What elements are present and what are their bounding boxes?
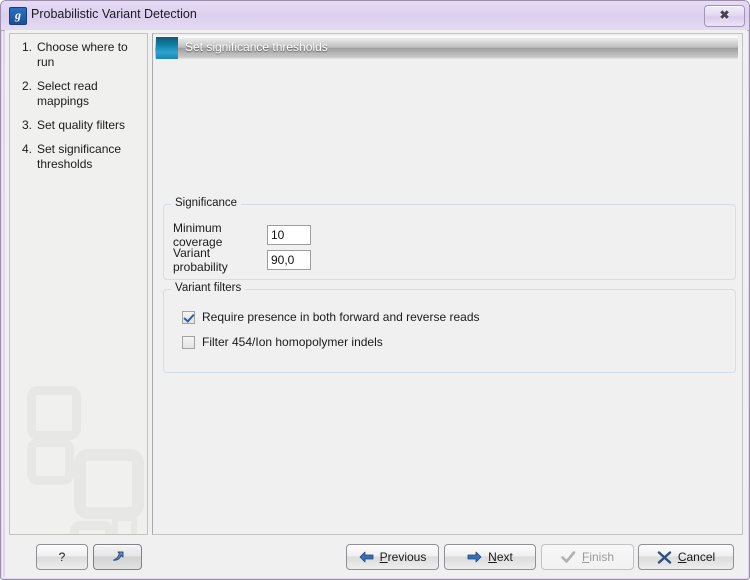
cancel-label-rest: ancel	[686, 550, 716, 564]
watermark-square-icon	[74, 449, 144, 519]
close-icon: ✖	[719, 8, 730, 22]
step-label: Set significance thresholds	[37, 142, 122, 171]
variant-probability-label: Variant probability	[173, 246, 228, 274]
step-label: Select read mappings	[37, 79, 98, 108]
finish-button: Finish	[541, 544, 634, 570]
watermark-square-icon	[27, 386, 81, 440]
watermark-square-icon	[112, 515, 137, 534]
help-button-label: ?	[58, 550, 66, 564]
close-button[interactable]: ✖	[704, 5, 745, 27]
reset-arrow-icon	[109, 549, 126, 565]
variant-filters-group-title: Variant filters	[171, 282, 246, 294]
previous-mnemonic: P	[379, 550, 388, 564]
help-button[interactable]: ?	[36, 544, 88, 570]
step-label: Set quality filters	[37, 118, 126, 132]
application-icon: g	[9, 7, 27, 25]
checkbox-require-forward-reverse[interactable]: Require presence in both forward and rev…	[182, 310, 480, 324]
previous-button[interactable]: Previous	[346, 544, 439, 570]
wizard-step-list: 1. Choose where to run 2. Select read ma…	[10, 40, 147, 181]
variant-filters-group: Variant filters Require presence in both…	[163, 282, 736, 373]
checkbox-label: Require presence in both forward and rev…	[202, 310, 480, 324]
watermark-square-icon	[70, 521, 114, 534]
significance-group-title: Significance	[171, 197, 242, 209]
variant-probability-row: Variant probability	[173, 246, 311, 274]
checkbox-unchecked-icon[interactable]	[182, 335, 195, 349]
minimum-coverage-input[interactable]	[267, 225, 311, 245]
page-title: Set significance thresholds	[185, 40, 328, 54]
minimum-coverage-label: Minimum coverage	[173, 221, 223, 249]
finish-label-rest: inish	[589, 550, 615, 564]
step-label: Choose where to run	[37, 40, 128, 69]
previous-button-label: Previous	[380, 550, 427, 564]
checkmark-icon	[561, 550, 576, 564]
page-header-banner: Set significance thresholds	[155, 36, 738, 59]
page-header-icon	[156, 37, 178, 59]
step-number: 1.	[22, 40, 33, 54]
dialog-window: g Probabilistic Variant Detection ✖ 1. C…	[0, 0, 750, 580]
cross-icon	[657, 550, 672, 564]
significance-group: Significance Minimum coverage Variant pr…	[163, 197, 736, 280]
next-button-label: Next	[488, 550, 513, 564]
checkbox-filter-homopolymer-indels[interactable]: Filter 454/Ion homopolymer indels	[182, 335, 383, 349]
next-label-rest: ext	[496, 550, 513, 564]
dialog-button-bar: ? Previous Next Finish Cancel	[5, 538, 747, 577]
previous-label-rest: revious	[387, 550, 427, 564]
arrow-right-icon	[467, 551, 482, 563]
client-area: 1. Choose where to run 2. Select read ma…	[5, 30, 747, 577]
step-number: 2.	[22, 79, 33, 93]
arrow-left-icon	[359, 551, 374, 563]
sidebar-item-step-3[interactable]: 3. Set quality filters	[10, 118, 147, 133]
cancel-button-label: Cancel	[678, 550, 715, 564]
sidebar-item-step-4[interactable]: 4. Set significance thresholds	[10, 142, 147, 172]
wizard-steps-sidebar: 1. Choose where to run 2. Select read ma…	[9, 33, 148, 535]
minimum-coverage-row: Minimum coverage	[173, 221, 311, 249]
title-bar: g Probabilistic Variant Detection ✖	[1, 1, 749, 31]
watermark-square-icon	[27, 438, 74, 485]
main-panel: Set significance thresholds Significance…	[152, 33, 743, 535]
checkbox-checked-icon[interactable]	[182, 310, 195, 324]
checkbox-label: Filter 454/Ion homopolymer indels	[202, 335, 383, 349]
step-number: 3.	[22, 118, 33, 132]
next-button[interactable]: Next	[444, 544, 536, 570]
sidebar-item-step-1[interactable]: 1. Choose where to run	[10, 40, 147, 70]
variant-probability-input[interactable]	[267, 250, 311, 270]
step-number: 4.	[22, 142, 33, 156]
reset-button[interactable]	[93, 544, 142, 570]
window-title: Probabilistic Variant Detection	[31, 7, 197, 21]
finish-button-label: Finish	[582, 550, 614, 564]
sidebar-item-step-2[interactable]: 2. Select read mappings	[10, 79, 147, 109]
cancel-button[interactable]: Cancel	[638, 544, 734, 570]
next-mnemonic: N	[488, 550, 497, 564]
